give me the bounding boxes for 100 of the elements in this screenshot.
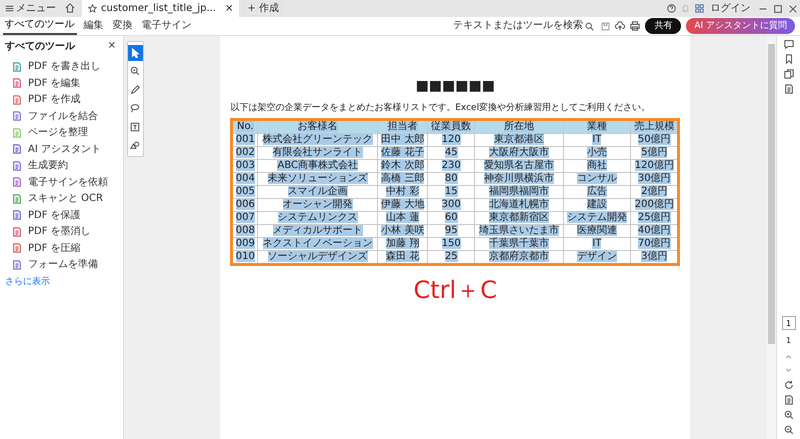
table-cell: 120億円	[634, 160, 674, 171]
zoom-icon	[130, 66, 140, 76]
table-cell: 高橋 三郎	[381, 173, 424, 184]
zoom-out-icon[interactable]	[784, 425, 794, 435]
bookmark-icon[interactable]	[784, 54, 794, 64]
sidebar-close-button[interactable]: ×	[106, 40, 118, 52]
table-cell: 50億円	[638, 134, 671, 145]
close-icon[interactable]	[788, 4, 798, 14]
table-cell: IT	[592, 134, 602, 145]
lasso-icon	[130, 103, 140, 113]
ai-assistant-button[interactable]: AI アシスタントに質問	[686, 18, 795, 34]
sidebar-item[interactable]: ファイルを結合	[0, 108, 123, 124]
help-icon[interactable]	[666, 4, 676, 13]
show-more-link[interactable]: さらに表示	[0, 276, 123, 289]
table-cell: ソーシャルデザインズ	[268, 251, 368, 262]
home-icon	[65, 2, 75, 13]
table-cell: 25	[444, 251, 458, 262]
table-cell: 北海道札幌市	[488, 199, 549, 210]
maximize-icon[interactable]	[772, 4, 782, 14]
table-cell: 010	[236, 251, 255, 262]
table-cell: 商社	[586, 160, 607, 171]
table-cell: 大阪府大阪市	[488, 147, 549, 158]
table-cell: 80	[444, 173, 458, 184]
table-cell: 300	[442, 199, 461, 210]
table-cell: 002	[236, 147, 255, 158]
search-button[interactable]: テキストまたはツールを検索	[450, 20, 596, 32]
sidebar-item[interactable]: PDF を編集	[0, 75, 123, 92]
table-cell: スマイル企画	[288, 186, 348, 197]
tool-tab[interactable]: 編集	[82, 17, 106, 35]
scrollbar[interactable]	[767, 36, 776, 439]
table-cell: 006	[236, 199, 255, 210]
table-cell: 千葉県千葉市	[488, 238, 549, 249]
column-header: 業種	[586, 121, 607, 132]
table-cell: 40億円	[638, 225, 671, 236]
tool-tab[interactable]: 変換	[110, 17, 134, 35]
table-cell: 田中 太郎	[381, 134, 424, 145]
document-description: 以下は架空の企業データをまとめたお客様リストです。Excel変換や分析練習用としてご利用ください。	[230, 102, 650, 115]
page-number-field[interactable]: 1	[782, 316, 796, 330]
document-icon[interactable]	[784, 395, 794, 405]
document-icon[interactable]	[784, 84, 794, 94]
table-cell: システム開発	[566, 212, 627, 223]
table-cell: 未来ソリューションズ	[268, 173, 368, 184]
table-cell: 60	[444, 212, 458, 223]
share-button[interactable]: 共有	[645, 18, 682, 34]
sidebar-item[interactable]: フォームを準備	[0, 256, 123, 273]
sidebar-item[interactable]: 電子サインを依頼	[0, 174, 123, 190]
tool-tab[interactable]: 電子サイン	[140, 17, 194, 35]
table-cell: 2億円	[641, 186, 668, 197]
table-cell: ABC商事株式会社	[277, 160, 358, 171]
table-cell: 009	[236, 238, 255, 249]
table-cell: 005	[236, 186, 255, 197]
table-cell: 佐藤 花子	[381, 147, 424, 158]
table-cell: 5億円	[641, 147, 668, 158]
zoom-in-icon[interactable]	[784, 410, 794, 420]
shapes-icon	[130, 140, 140, 150]
save-icon[interactable]	[601, 22, 610, 30]
rotate-icon[interactable]	[784, 380, 794, 390]
menu-button[interactable]: メニュー	[2, 2, 58, 14]
text-box-icon	[130, 122, 140, 132]
sidebar-item[interactable]: ページを整理	[0, 124, 123, 141]
sidebar-item[interactable]: スキャンと OCR	[0, 190, 123, 207]
table-cell: 小林 美咲	[381, 225, 424, 236]
sidebar-item[interactable]: 生成要約	[0, 158, 123, 174]
sidebar-item[interactable]: PDF を作成	[0, 92, 123, 108]
table-cell: 建設	[586, 199, 607, 210]
pen-icon	[130, 84, 140, 94]
sidebar-item[interactable]: AI アシスタント	[0, 141, 123, 158]
sidebar-item[interactable]: PDF を書き出し	[0, 58, 123, 75]
column-header: 従業員数	[431, 121, 472, 132]
document-tab[interactable]: customer_list_title_jp... ×	[82, 0, 240, 17]
home-button[interactable]	[63, 2, 77, 14]
table-cell: 25億円	[638, 212, 671, 223]
tab-close-button[interactable]: ×	[225, 1, 234, 16]
sidebar-item[interactable]: PDF を保護	[0, 207, 123, 224]
table-cell: 加藤 翔	[386, 238, 420, 249]
printer-icon[interactable]	[630, 21, 640, 31]
column-header: No.	[237, 121, 254, 132]
table-cell: 150	[442, 238, 461, 249]
table-cell: 山本 蓮	[386, 212, 420, 223]
table-cell: 東京都港区	[494, 134, 544, 145]
upload-icon[interactable]	[615, 21, 626, 31]
table-cell: 中村 彩	[386, 186, 420, 197]
apps-icon[interactable]	[694, 4, 704, 13]
tool-button[interactable]	[128, 44, 142, 60]
column-header: お客様名	[298, 121, 338, 132]
login-button[interactable]: ログイン	[708, 2, 752, 14]
pages-icon[interactable]	[784, 68, 794, 78]
comment-icon[interactable]	[784, 38, 794, 48]
table-cell: 3億円	[641, 251, 668, 262]
table-cell: メディカルサポート	[272, 225, 363, 236]
sidebar-item[interactable]: PDF を圧縮	[0, 240, 123, 256]
table-cell: 森田 花	[386, 251, 420, 262]
create-button[interactable]: + 作成	[244, 2, 282, 16]
table-cell: ネクストイノベーション	[262, 238, 373, 249]
sidebar-item[interactable]: PDF を墨消し	[0, 224, 123, 240]
sidebar-title: すべてのツール	[5, 40, 75, 54]
table-cell: 神奈川県横浜市	[484, 173, 554, 184]
table-cell: IT	[592, 238, 602, 249]
table-cell: システムリンクス	[278, 212, 358, 223]
table-cell: 95	[444, 225, 458, 236]
